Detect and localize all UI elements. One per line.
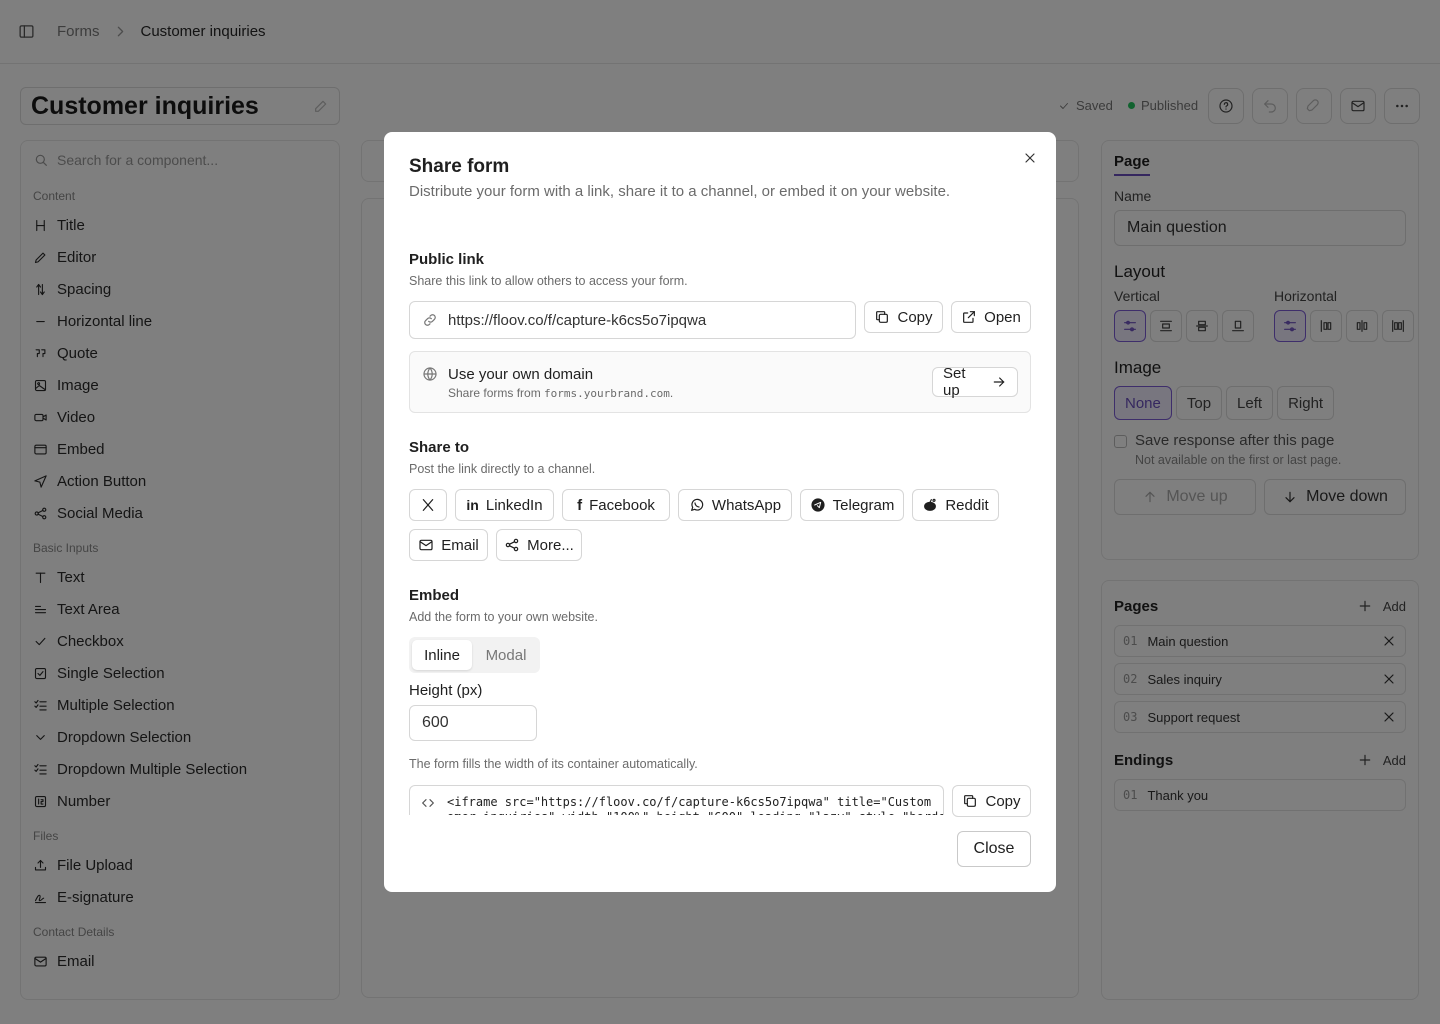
embed-title: Embed <box>409 587 460 604</box>
open-link-button[interactable]: Open <box>951 301 1031 333</box>
public-link-url: https://floov.co/f/capture-k6cs5o7ipqwa <box>448 311 707 329</box>
reddit-icon <box>922 497 938 513</box>
tab-inline[interactable]: Inline <box>412 640 472 670</box>
share-email-button[interactable]: Email <box>409 529 488 561</box>
linkedin-icon: in <box>466 497 479 513</box>
share-x-button[interactable] <box>409 489 447 521</box>
public-link-title: Public link <box>409 251 485 268</box>
public-link-description: Share this link to allow others to acces… <box>409 274 688 288</box>
external-link-icon <box>961 309 977 325</box>
close-icon[interactable] <box>1020 148 1040 168</box>
copy-icon <box>874 309 890 325</box>
public-link-input[interactable]: https://floov.co/f/capture-k6cs5o7ipqwa <box>409 301 856 339</box>
embed-code: <iframe src="https://floov.co/f/capture-… <box>447 795 943 815</box>
dialog-title: Share form <box>409 156 510 177</box>
set-up-domain-button[interactable]: Set up <box>932 365 1018 399</box>
embed-description: Add the form to your own website. <box>409 610 598 624</box>
share-to-description: Post the link directly to a channel. <box>409 462 596 476</box>
tab-modal[interactable]: Modal <box>475 640 537 670</box>
share-facebook-button[interactable]: f Facebook <box>562 489 670 521</box>
whatsapp-icon <box>689 497 705 513</box>
embed-code-box[interactable]: <iframe src="https://floov.co/f/capture-… <box>409 785 944 815</box>
height-input[interactable]: 600 <box>409 705 537 741</box>
share-reddit-button[interactable]: Reddit <box>912 489 999 521</box>
share-more-button[interactable]: More... <box>496 529 582 561</box>
arrow-right-icon <box>991 374 1007 390</box>
custom-domain-title: Use your own domain <box>448 366 594 383</box>
telegram-icon <box>810 497 826 513</box>
embed-width-note: The form fills the width of its containe… <box>409 757 698 771</box>
dialog-description: Distribute your form with a link, share … <box>409 183 951 200</box>
embed-mode-tabs: Inline Modal <box>409 637 540 673</box>
code-icon <box>420 795 436 811</box>
mail-icon <box>418 537 434 553</box>
close-button[interactable]: Close <box>957 831 1031 867</box>
share-to-title: Share to <box>409 439 470 456</box>
share-telegram-button[interactable]: Telegram <box>800 489 904 521</box>
share-nodes-icon <box>504 537 520 553</box>
copy-link-button[interactable]: Copy <box>864 301 943 333</box>
share-form-dialog: Share form Distribute your form with a l… <box>384 132 1056 892</box>
link-icon <box>422 312 438 328</box>
height-label: Height (px) <box>409 682 483 699</box>
share-linkedin-button[interactable]: in LinkedIn <box>455 489 554 521</box>
custom-domain-card: Use your own domain Share forms from for… <box>409 351 1031 413</box>
share-whatsapp-button[interactable]: WhatsApp <box>678 489 792 521</box>
custom-domain-subtitle: Share forms from forms.yourbrand.com. <box>448 386 674 400</box>
facebook-icon: f <box>577 496 583 514</box>
copy-icon <box>962 793 978 809</box>
x-logo-icon <box>420 497 436 513</box>
copy-embed-button[interactable]: Copy <box>952 785 1031 817</box>
globe-icon <box>422 366 438 382</box>
